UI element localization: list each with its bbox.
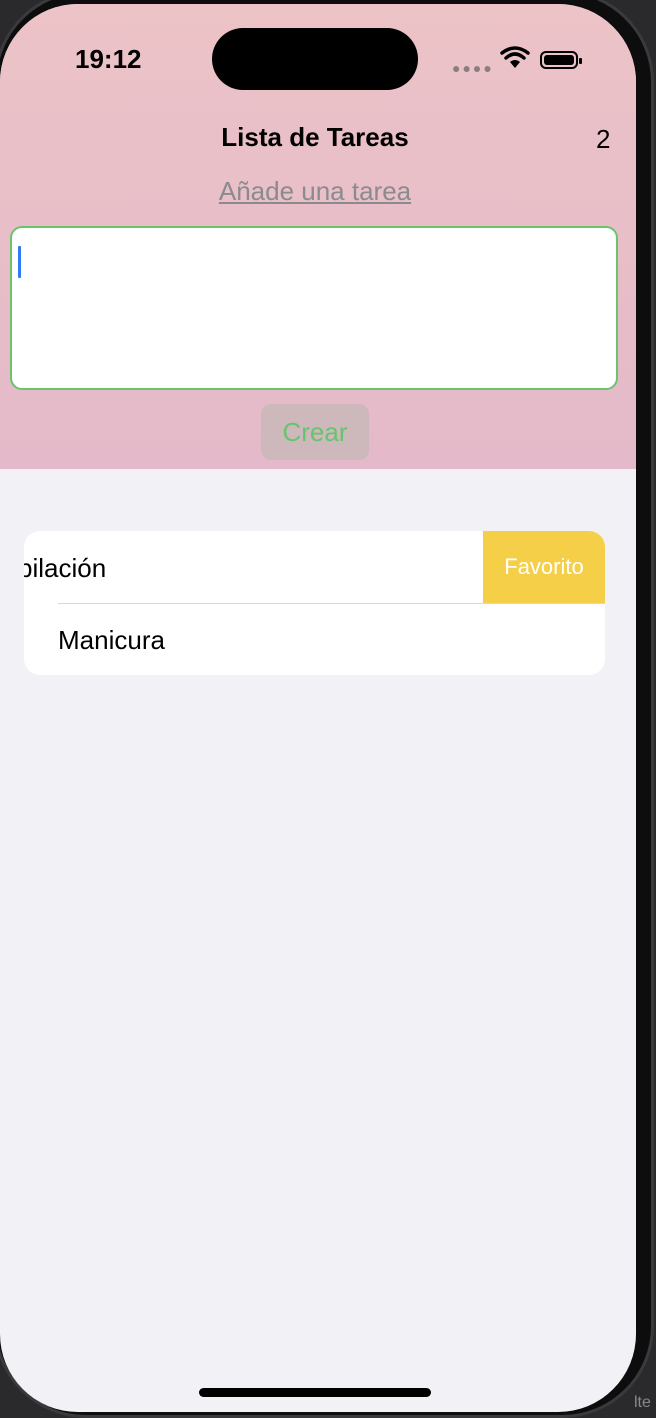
task-list: pilación Favorito Manicura xyxy=(24,531,605,675)
page-title: Lista de Tareas xyxy=(221,122,409,152)
add-task-link[interactable]: Añade una tarea xyxy=(0,176,630,207)
task-count: 2 xyxy=(596,124,611,154)
task-item-label[interactable]: Manicura xyxy=(58,625,165,656)
cellular-signal-icon: ●●●● xyxy=(452,60,494,76)
corner-text: lte xyxy=(634,1394,651,1411)
wifi-icon xyxy=(500,46,530,68)
app-screen: 19:12 ●●●● Lista de Tareas 2 Añade una t… xyxy=(0,4,636,1412)
header: 19:12 ●●●● Lista de Tareas 2 Añade una t… xyxy=(0,4,636,469)
dynamic-island xyxy=(212,28,418,90)
home-indicator[interactable] xyxy=(199,1388,431,1397)
row-divider xyxy=(58,603,605,604)
status-icons: ●●●● xyxy=(452,46,582,76)
status-time: 19:12 xyxy=(75,44,142,74)
create-button[interactable]: Crear xyxy=(261,404,369,460)
battery-icon xyxy=(540,51,582,69)
favorite-button[interactable]: Favorito xyxy=(483,531,605,603)
text-caret xyxy=(18,246,21,278)
task-text-area[interactable] xyxy=(10,226,618,390)
task-item-label[interactable]: pilación xyxy=(24,553,106,584)
